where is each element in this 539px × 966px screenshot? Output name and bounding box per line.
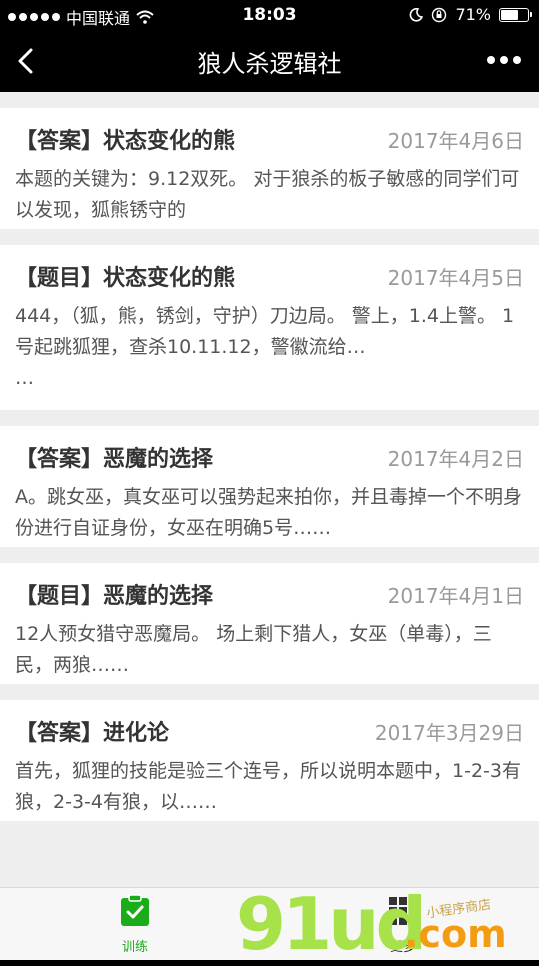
tab-more[interactable]: 更多	[378, 894, 428, 955]
post-card[interactable]: 【答案】恶魔的选择 2017年4月2日 A。跳女巫，真女巫可以强势起来拍你，并且…	[0, 426, 539, 547]
more-options-icon[interactable]	[487, 56, 521, 64]
battery-percent: 71%	[455, 5, 491, 24]
post-card[interactable]: 【答案】进化论 2017年3月29日 首先，狐狸的技能是验三个连号，所以说明本题…	[0, 700, 539, 821]
post-date: 2017年4月5日	[387, 265, 524, 290]
grid-icon	[389, 897, 417, 925]
post-title: 【答案】进化论	[15, 721, 170, 746]
post-title: 【题目】状态变化的熊	[15, 266, 236, 291]
post-date: 2017年3月29日	[374, 720, 524, 745]
post-excerpt: 本题的关键为：9.12双死。 对于狼杀的板子敏感的同学们可以发现，狐熊锈守的	[15, 168, 520, 221]
status-bar: 中国联通 18:03 71%	[0, 0, 539, 30]
post-excerpt: 首先，狐狸的技能是验三个连号，所以说明本题中，1-2-3有狼，2-3-4有狼，以…	[15, 760, 521, 813]
moon-icon	[410, 7, 424, 22]
status-right: 71%	[409, 5, 532, 24]
post-excerpt: A。跳女巫，真女巫可以强势起来拍你，并且毒掉一个不明身份进行自证身份，女巫在明确…	[15, 486, 522, 539]
battery-icon	[499, 7, 532, 22]
battery-fill	[501, 9, 519, 20]
post-excerpt: 12人预女猎守恶魔局。 场上剩下猎人，女巫（单毒），三民，两狼……	[15, 623, 492, 676]
rotation-lock-icon	[432, 7, 447, 22]
post-card[interactable]: 【题目】恶魔的选择 2017年4月1日 12人预女猎守恶魔局。 场上剩下猎人，女…	[0, 563, 539, 684]
tab-bar: 训练 更多	[0, 887, 539, 960]
post-card[interactable]: 【题目】状态变化的熊 2017年4月5日 444，（狐，熊，锈剑，守护）刀边局。…	[0, 245, 539, 410]
post-title: 【答案】状态变化的熊	[15, 129, 236, 154]
tab-train[interactable]: 训练	[104, 894, 166, 955]
post-date: 2017年4月1日	[387, 583, 524, 608]
tab-more-label: 更多	[389, 940, 416, 955]
tab-train-label: 训练	[121, 940, 148, 955]
nav-bar: 狼人杀逻辑社	[0, 30, 539, 92]
post-excerpt: 444，（狐，熊，锈剑，守护）刀边局。 警上，1.4上警。 1号起跳狐狸，查杀1…	[15, 305, 515, 389]
post-title: 【答案】恶魔的选择	[15, 447, 214, 472]
post-date: 2017年4月6日	[387, 128, 524, 153]
post-card[interactable]: 【答案】状态变化的熊 2017年4月6日 本题的关键为：9.12双死。 对于狼杀…	[0, 108, 539, 229]
post-title: 【题目】恶魔的选择	[15, 584, 214, 609]
post-date: 2017年4月2日	[387, 446, 524, 471]
clipboard-check-icon	[121, 894, 149, 926]
page-title: 狼人杀逻辑社	[197, 50, 342, 78]
post-list[interactable]: 【答案】状态变化的熊 2017年4月6日 本题的关键为：9.12双死。 对于狼杀…	[0, 92, 539, 887]
